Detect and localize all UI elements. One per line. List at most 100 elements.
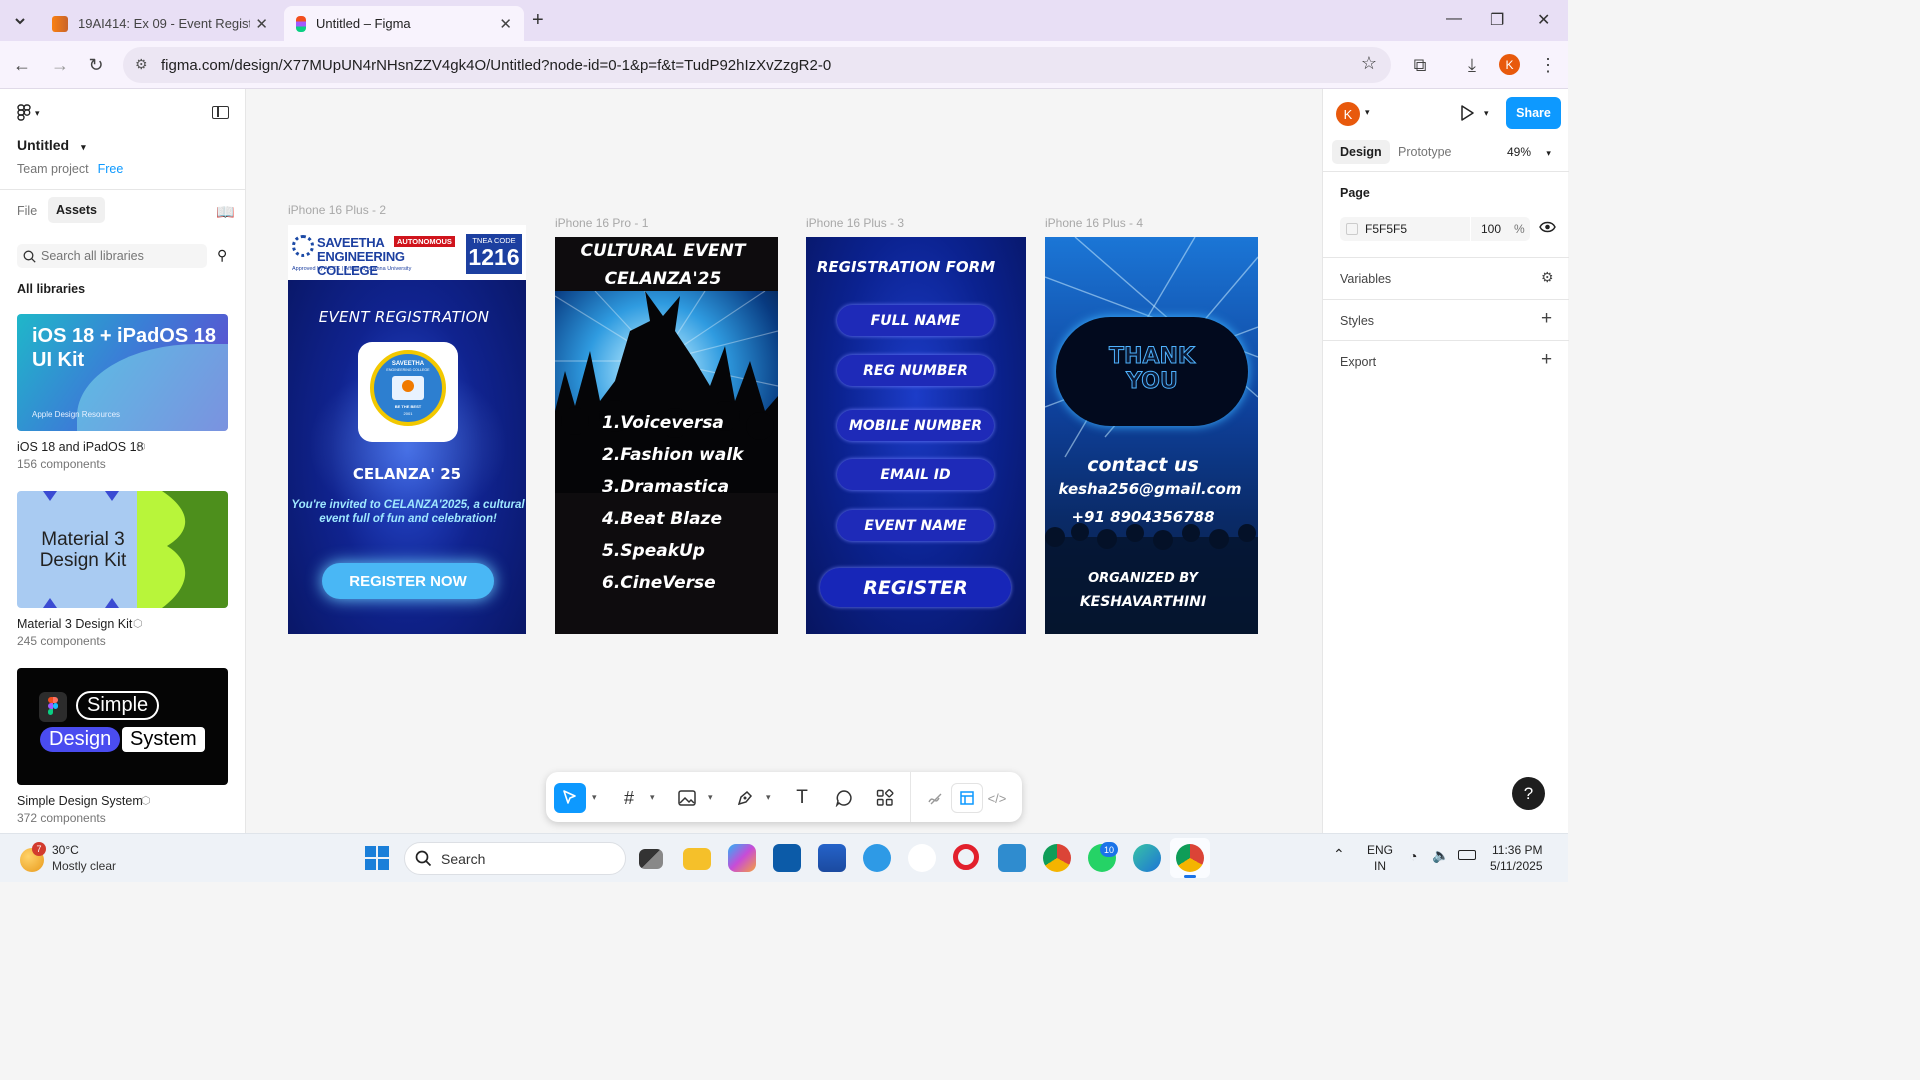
profile-avatar[interactable]: K: [1499, 54, 1520, 75]
share-button[interactable]: Share: [1506, 97, 1561, 129]
chevron-down-icon[interactable]: ▾: [766, 792, 771, 803]
frame-label[interactable]: iPhone 16 Plus - 3: [806, 216, 904, 230]
app-icon[interactable]: [908, 844, 936, 872]
plan-badge[interactable]: Free: [98, 162, 124, 176]
frame-event-registration[interactable]: AUTONOMOUS SAVEETHA ENGINEERING COLLEGE …: [288, 225, 526, 634]
show-hidden-icons[interactable]: ⌃: [1333, 846, 1345, 863]
opera-icon[interactable]: [953, 844, 979, 870]
search-input[interactable]: Search all libraries: [17, 244, 207, 268]
volume-icon[interactable]: 🔈: [1432, 847, 1449, 864]
file-explorer-icon[interactable]: [683, 848, 711, 870]
event-name-field[interactable]: EVENT NAME: [837, 510, 994, 541]
frame-thank-you[interactable]: THANK YOU contact us kesha256@gmail.com …: [1045, 237, 1258, 634]
chevron-down-icon[interactable]: ▾: [1365, 107, 1370, 118]
back-icon[interactable]: ←: [10, 53, 34, 77]
forward-icon[interactable]: →: [48, 53, 72, 77]
help-button[interactable]: ?: [1512, 777, 1545, 810]
material-library-thumbnail[interactable]: Material 3 Design Kit: [17, 491, 228, 608]
full-name-field[interactable]: FULL NAME: [837, 305, 994, 336]
minimize-icon[interactable]: —: [1446, 10, 1462, 28]
zoom-dropdown[interactable]: 49% ▾: [1507, 145, 1551, 159]
export-section[interactable]: Export: [1340, 355, 1376, 369]
taskbar-search[interactable]: Search: [404, 842, 626, 875]
browser-menu-icon[interactable]: ⋮: [1536, 53, 1560, 77]
copilot-icon[interactable]: [728, 844, 756, 872]
add-style-icon[interactable]: +: [1541, 308, 1552, 330]
styles-section[interactable]: Styles: [1340, 314, 1374, 328]
weather-widget[interactable]: 7 30°C Mostly clear: [18, 842, 148, 876]
eye-icon[interactable]: [1539, 221, 1556, 236]
language-indicator[interactable]: ENG IN: [1367, 842, 1393, 874]
page-opacity-value[interactable]: 100: [1481, 222, 1501, 236]
myhp-icon[interactable]: [773, 844, 801, 872]
restore-icon[interactable]: ❐: [1490, 10, 1504, 30]
frame-cultural-event[interactable]: CULTURAL EVENT CELANZA'25 1.Voiceversa 2…: [555, 237, 778, 634]
tab-design[interactable]: Design: [1332, 140, 1390, 164]
image-tool[interactable]: [671, 783, 703, 813]
register-button[interactable]: REGISTER: [820, 568, 1011, 607]
download-icon[interactable]: ⤓: [1460, 53, 1484, 77]
tab-search-button[interactable]: [9, 10, 31, 32]
wifi-icon[interactable]: ◔: [1409, 848, 1417, 864]
url-bar[interactable]: ⚙ figma.com/design/X77MUpUN4rNHsnZZV4gk4…: [123, 47, 1391, 83]
filter-icon[interactable]: ⚲: [217, 247, 227, 264]
figma-main-menu[interactable]: ▾: [17, 104, 40, 122]
start-button[interactable]: [365, 846, 389, 870]
reg-number-field[interactable]: REG NUMBER: [837, 355, 994, 386]
task-view-icon[interactable]: [639, 849, 663, 869]
pen-tool[interactable]: [729, 783, 761, 813]
frame-label[interactable]: iPhone 16 Pro - 1: [555, 216, 648, 230]
design-mode-toggle[interactable]: [951, 783, 983, 813]
present-button[interactable]: ▾: [1460, 105, 1489, 121]
frame-registration-form[interactable]: REGISTRATION FORM FULL NAME REG NUMBER M…: [806, 237, 1026, 634]
draw-mode-toggle[interactable]: [920, 783, 952, 813]
variables-section[interactable]: Variables: [1340, 272, 1391, 286]
add-export-icon[interactable]: +: [1541, 349, 1552, 371]
extensions-icon[interactable]: ⧉: [1408, 53, 1432, 77]
close-tab-icon[interactable]: ✕: [499, 15, 512, 33]
chevron-down-icon[interactable]: ▾: [708, 792, 713, 803]
simple-design-library-thumbnail[interactable]: Simple Design System: [17, 668, 228, 785]
browser-tab-active[interactable]: Untitled – Figma ✕: [284, 6, 524, 41]
browser-tab[interactable]: 19AI414: Ex 09 - Event Registrat ✕: [40, 6, 280, 41]
dev-mode-toggle[interactable]: </>: [981, 783, 1013, 813]
battery-icon[interactable]: [1458, 850, 1476, 860]
file-name[interactable]: Untitled ▾: [17, 137, 86, 153]
design-canvas[interactable]: iPhone 16 Plus - 2 iPhone 16 Pro - 1 iPh…: [246, 89, 1322, 833]
chrome-icon[interactable]: [1043, 844, 1071, 872]
active-app-chrome[interactable]: [1170, 838, 1210, 878]
bookmark-star-icon[interactable]: ☆: [1361, 53, 1377, 74]
library-name[interactable]: iOS 18 and iPadOS 18: [17, 440, 143, 454]
mobile-number-field[interactable]: MOBILE NUMBER: [837, 410, 994, 441]
move-tool[interactable]: [554, 783, 586, 813]
toggle-sidebar-icon[interactable]: [212, 106, 229, 119]
frame-label[interactable]: iPhone 16 Plus - 2: [288, 203, 386, 217]
tab-file[interactable]: File: [17, 204, 37, 218]
close-tab-icon[interactable]: ✕: [255, 15, 268, 33]
user-avatar[interactable]: K: [1336, 102, 1360, 126]
site-info-icon[interactable]: ⚙: [135, 56, 148, 73]
clock[interactable]: 11:36 PM 5/11/2025: [1490, 842, 1543, 874]
store-icon[interactable]: [818, 844, 846, 872]
app-icon[interactable]: [998, 844, 1026, 872]
ios-library-thumbnail[interactable]: iOS 18 + iPadOS 18 UI Kit Apple Design R…: [17, 314, 228, 431]
email-id-field[interactable]: EMAIL ID: [837, 459, 994, 490]
new-tab-button[interactable]: +: [532, 9, 544, 32]
library-name[interactable]: Simple Design System: [17, 794, 143, 808]
page-color-input[interactable]: F5F5F5 100 %: [1340, 217, 1530, 241]
reload-icon[interactable]: ↻: [84, 53, 108, 77]
frame-label[interactable]: iPhone 16 Plus - 4: [1045, 216, 1143, 230]
register-now-button[interactable]: REGISTER NOW: [322, 563, 494, 599]
chevron-down-icon[interactable]: ▾: [592, 792, 597, 803]
help-app-icon[interactable]: [863, 844, 891, 872]
tab-assets[interactable]: Assets: [48, 197, 105, 223]
tab-prototype[interactable]: Prototype: [1398, 145, 1452, 159]
library-name[interactable]: Material 3 Design Kit: [17, 617, 132, 631]
actions-tool[interactable]: [869, 783, 901, 813]
color-swatch[interactable]: [1346, 223, 1358, 235]
close-window-icon[interactable]: ✕: [1537, 10, 1550, 30]
text-tool[interactable]: T: [786, 783, 818, 813]
variables-settings-icon[interactable]: ⚙: [1541, 269, 1554, 286]
library-book-icon[interactable]: 📖: [216, 203, 235, 221]
chevron-down-icon[interactable]: ▾: [650, 792, 655, 803]
